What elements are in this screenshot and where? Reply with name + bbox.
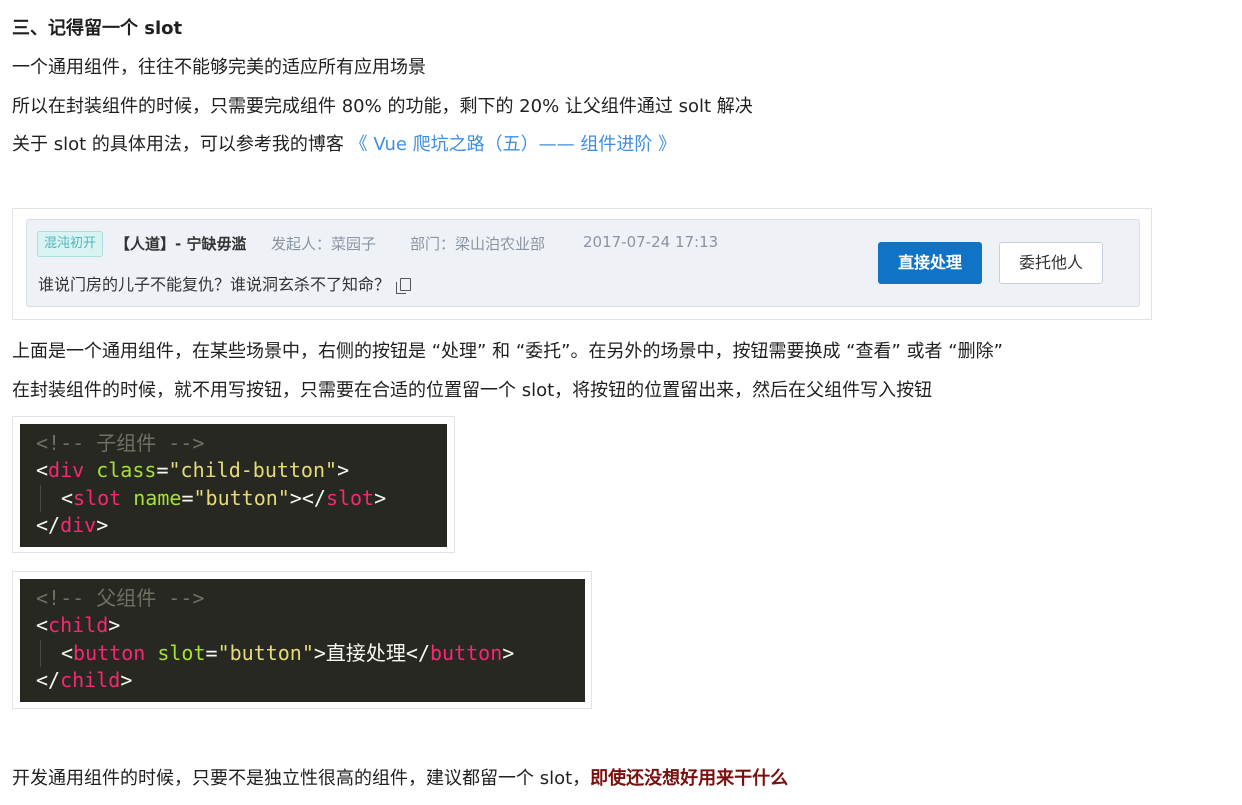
code-comment: <!-- 子组件 --> [36,431,205,455]
code-punct: > [337,458,350,483]
blog-link[interactable]: 《 Vue 爬坑之路（五）—— 组件进阶 》 [350,134,676,155]
status-tag: 混沌初开 [37,231,104,257]
card-initiator: 发起人：菜园子 [271,235,377,253]
code-line: </div> [36,512,431,539]
code-punct: = [156,458,169,483]
copy-icon[interactable] [396,278,412,294]
code-punct: > [502,640,515,665]
parent-code-image: <!-- 父组件 --> <child> <button slot="button"… [12,571,592,709]
code-string: "button" [217,640,314,665]
paragraph-1: 一个通用组件，往往不能够完美的适应所有应用场景 [12,57,426,78]
handle-directly-button[interactable]: 直接处理 [878,242,982,284]
code-line: <!-- 子组件 --> [36,430,431,457]
paragraph-3-text: 关于 slot 的具体用法，可以参考我的博客 [12,134,350,155]
code-punct: > [120,667,133,692]
code-tag: slot [325,485,375,510]
code-string: "button" [193,485,290,510]
code-text: >直接处理</ [313,640,431,665]
card-department: 部门：梁山泊农业部 [410,235,546,253]
code-tag: child [60,667,121,692]
code-punct: > [374,485,387,510]
delegate-button[interactable]: 委托他人 [999,242,1103,284]
child-code-block: <!-- 子组件 --> <div class="child-button"> <s… [20,424,447,547]
code-tag: button [73,640,146,665]
paragraph-3: 关于 slot 的具体用法，可以参考我的博客 《 Vue 爬坑之路（五）—— 组… [12,133,676,157]
indent-guide [40,484,61,512]
code-punct: </ [36,512,61,537]
code-tag: child [48,613,109,638]
code-tag: button [430,640,503,665]
code-punct: < [61,485,74,510]
code-punct: = [205,640,218,665]
code-punct: < [61,640,74,665]
card-datetime: 2017-07-24 17:13 [583,233,719,251]
card-description: 谁说门房的儿子不能复仇？谁说洞玄杀不了知命？ [38,271,412,295]
indent-guide [40,639,61,667]
code-line: <child> [36,612,569,639]
paragraph-6: 开发通用组件的时候，只要不是独立性很高的组件，建议都留一个 slot，即使还没想… [12,767,788,791]
code-attr: slot [157,640,206,665]
code-punct: < [36,458,49,483]
paragraph-6-text: 开发通用组件的时候，只要不是独立性很高的组件，建议都留一个 slot， [12,768,591,789]
code-punct: ></ [289,485,326,510]
paragraph-2: 所以在封装组件的时候，只需要完成组件 80% 的功能，剩下的 20% 让父组件通… [12,96,753,117]
card-title: 【人道】- 宁缺毋滥 [115,235,247,253]
parent-code-block: <!-- 父组件 --> <child> <button slot="button"… [20,579,585,702]
code-line: <div class="child-button"> [36,457,431,484]
code-tag: div [48,458,85,483]
code-attr: name [133,485,182,510]
code-punct: </ [36,667,61,692]
code-tag: div [60,512,97,537]
paragraph-4: 上面是一个通用组件，在某些场景中，右侧的按钮是 “处理” 和 “委托”。在另外的… [12,341,1003,362]
code-line: <slot name="button"></slot> [36,484,431,512]
code-string: "child-button" [168,458,338,483]
code-punct: > [108,613,121,638]
code-tag: slot [73,485,122,510]
code-punct: = [181,485,194,510]
code-punct: < [36,613,49,638]
child-code-image: <!-- 子组件 --> <div class="child-button"> <s… [12,416,455,553]
task-card: 混沌初开 【人道】- 宁缺毋滥 发起人：菜园子 部门：梁山泊农业部 2017-0… [26,219,1140,307]
code-attr: class [96,458,157,483]
section-heading: 三、记得留一个 slot [12,18,183,39]
code-punct: > [96,512,109,537]
paragraph-5: 在封装组件的时候，就不用写按钮，只需要在合适的位置留一个 slot，将按钮的位置… [12,380,933,401]
code-line: <!-- 父组件 --> [36,585,569,612]
code-line: </child> [36,667,569,694]
card-description-text: 谁说门房的儿子不能复仇？谁说洞玄杀不了知命？ [38,275,391,294]
card-screenshot: 混沌初开 【人道】- 宁缺毋滥 发起人：菜园子 部门：梁山泊农业部 2017-0… [12,208,1152,320]
paragraph-6-emphasis: 即使还没想好用来干什么 [590,768,789,789]
code-line: <button slot="button">直接处理</button> [36,639,569,667]
code-comment: <!-- 父组件 --> [36,586,205,610]
